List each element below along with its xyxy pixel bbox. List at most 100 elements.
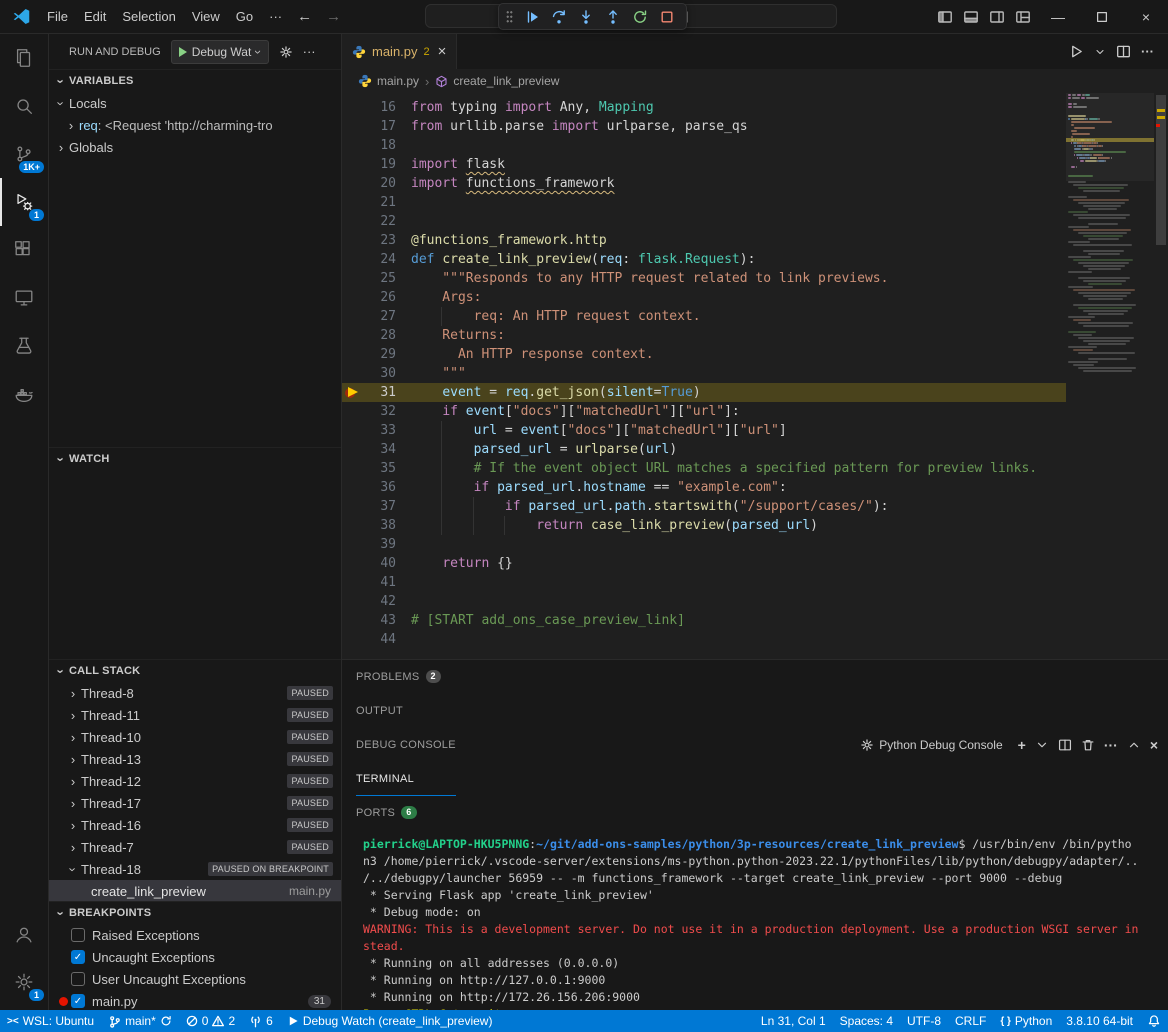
activity-extensions[interactable]	[0, 226, 48, 274]
code-editor[interactable]: 16from typing import Any, Mapping17from …	[342, 93, 1168, 659]
status-encoding[interactable]: UTF-8	[900, 1010, 948, 1032]
debug-settings-gear-icon[interactable]	[279, 45, 293, 59]
menu-overflow[interactable]: ···	[261, 9, 290, 24]
debug-config-dropdown[interactable]: Debug Wat ›	[171, 40, 269, 64]
twisty-icon[interactable]: ›	[65, 840, 81, 855]
gutter[interactable]	[342, 193, 364, 212]
gutter[interactable]	[342, 117, 364, 136]
menu-file[interactable]: File	[39, 9, 76, 24]
code-line-43[interactable]: 43# [START add_ons_case_preview_link]	[342, 611, 1066, 630]
gutter[interactable]	[342, 592, 364, 611]
breadcrumb-item[interactable]: main.py	[358, 74, 419, 88]
code-line-39[interactable]: 39	[342, 535, 1066, 554]
customize-layout-button[interactable]	[1010, 0, 1036, 33]
twisty-icon[interactable]: ›	[65, 774, 81, 789]
gutter[interactable]	[342, 573, 364, 592]
drag-handle-icon[interactable]	[506, 10, 513, 23]
panel-tab-problems[interactable]: PROBLEMS2	[356, 660, 456, 694]
step-over-button[interactable]	[547, 5, 571, 29]
twisty-icon[interactable]: ›	[66, 861, 81, 877]
panel-tab-debug-console[interactable]: DEBUG CONSOLE	[356, 728, 456, 762]
toggle-secondary-sidebar-button[interactable]	[984, 0, 1010, 33]
watch-section-header[interactable]: ›WATCH	[49, 448, 341, 470]
breakpoint-row[interactable]: ✓main.py31	[49, 990, 341, 1010]
activity-testing[interactable]	[0, 322, 48, 370]
twisty-icon[interactable]: ›	[65, 796, 81, 811]
step-out-button[interactable]	[601, 5, 625, 29]
sidebar-more-icon[interactable]: ···	[303, 44, 316, 59]
gutter[interactable]	[342, 212, 364, 231]
close-panel-button[interactable]: ×	[1150, 737, 1158, 753]
activity-settings[interactable]: 1	[0, 958, 48, 1006]
code-line-25[interactable]: 25 """Responds to any HTTP request relat…	[342, 269, 1066, 288]
maximize-button[interactable]	[1080, 0, 1124, 33]
code-line-37[interactable]: 37 if parsed_url.path.startswith("/suppo…	[342, 497, 1066, 516]
code-line-18[interactable]: 18	[342, 136, 1066, 155]
activity-accounts[interactable]	[0, 910, 48, 958]
gutter[interactable]	[342, 402, 364, 421]
status-remote-indicator[interactable]: ><WSL: Ubuntu	[0, 1010, 101, 1032]
panel-tab-output[interactable]: OUTPUT	[356, 694, 456, 728]
status-eol[interactable]: CRLF	[948, 1010, 993, 1032]
status-indentation[interactable]: Spaces: 4	[833, 1010, 900, 1032]
thread-row[interactable]: ›Thread-10PAUSED	[49, 726, 341, 748]
more-actions-button[interactable]: ···	[1104, 737, 1118, 753]
status-notifications[interactable]	[1140, 1010, 1168, 1032]
code-line-29[interactable]: 29 An HTTP response context.	[342, 345, 1066, 364]
activity-explorer[interactable]	[0, 34, 48, 82]
split-terminal-button[interactable]	[1058, 738, 1072, 752]
twisty-icon[interactable]: ›	[53, 140, 69, 155]
maximize-panel-button[interactable]	[1127, 738, 1141, 752]
nav-back-button[interactable]: ←	[290, 8, 319, 25]
code-line-41[interactable]: 41	[342, 573, 1066, 592]
editor-scrollbar[interactable]	[1154, 93, 1168, 659]
stop-button[interactable]	[655, 5, 679, 29]
breakpoint-row[interactable]: ✓Uncaught Exceptions	[49, 946, 341, 968]
twisty-icon[interactable]: ›	[65, 752, 81, 767]
variables-row[interactable]: ›Locals	[49, 92, 341, 114]
breakpoint-checkbox[interactable]	[71, 972, 85, 986]
code-line-23[interactable]: 23@functions_framework.http	[342, 231, 1066, 250]
gutter[interactable]	[342, 421, 364, 440]
gutter[interactable]	[342, 535, 364, 554]
status-problems-status[interactable]: 02	[179, 1010, 242, 1032]
gutter[interactable]	[342, 611, 364, 630]
status-python-interpreter[interactable]: 3.8.10 64-bit	[1059, 1010, 1140, 1032]
twisty-icon[interactable]: ›	[65, 818, 81, 833]
menu-edit[interactable]: Edit	[76, 9, 114, 24]
terminal-output[interactable]: pierrick@LAPTOP-HKU5PNNG:~/git/add-ons-s…	[342, 830, 1168, 1010]
gutter[interactable]	[342, 516, 364, 535]
gutter[interactable]	[342, 440, 364, 459]
code-line-36[interactable]: 36 if parsed_url.hostname == "example.co…	[342, 478, 1066, 497]
gutter[interactable]	[342, 345, 364, 364]
status-cursor-position[interactable]: Ln 31, Col 1	[754, 1010, 833, 1032]
code-line-22[interactable]: 22	[342, 212, 1066, 231]
toggle-panel-button[interactable]	[958, 0, 984, 33]
stack-frame-row[interactable]: create_link_previewmain.py	[49, 880, 341, 901]
active-terminal[interactable]: Python Debug Console	[860, 738, 1002, 752]
gutter[interactable]	[342, 630, 364, 649]
panel-tab-terminal[interactable]: TERMINAL	[356, 762, 456, 796]
minimap[interactable]	[1066, 93, 1154, 659]
tab-main-py[interactable]: main.py 2 ×	[342, 34, 457, 69]
thread-row[interactable]: ›Thread-18PAUSED ON BREAKPOINT	[49, 858, 341, 880]
code-line-16[interactable]: 16from typing import Any, Mapping	[342, 98, 1066, 117]
activity-search[interactable]	[0, 82, 48, 130]
thread-row[interactable]: ›Thread-16PAUSED	[49, 814, 341, 836]
gutter[interactable]	[342, 497, 364, 516]
code-line-19[interactable]: 19import flask	[342, 155, 1066, 174]
step-into-button[interactable]	[574, 5, 598, 29]
more-actions-button[interactable]: ···	[1141, 44, 1154, 59]
close-button[interactable]: ×	[1124, 0, 1168, 33]
code-line-44[interactable]: 44	[342, 630, 1066, 649]
gutter[interactable]	[342, 231, 364, 250]
variables-row[interactable]: ›Globals	[49, 136, 341, 158]
menu-selection[interactable]: Selection	[114, 9, 183, 24]
chevron-down-button[interactable]	[1094, 46, 1106, 58]
gutter[interactable]	[342, 554, 364, 573]
nav-forward-button[interactable]: →	[319, 8, 348, 25]
activity-run-and-debug[interactable]: 1	[0, 178, 48, 226]
gutter[interactable]	[342, 250, 364, 269]
variables-row[interactable]: ›req: <Request 'http://charming-tro	[49, 114, 341, 136]
status-language-mode[interactable]: { }Python	[993, 1010, 1059, 1032]
